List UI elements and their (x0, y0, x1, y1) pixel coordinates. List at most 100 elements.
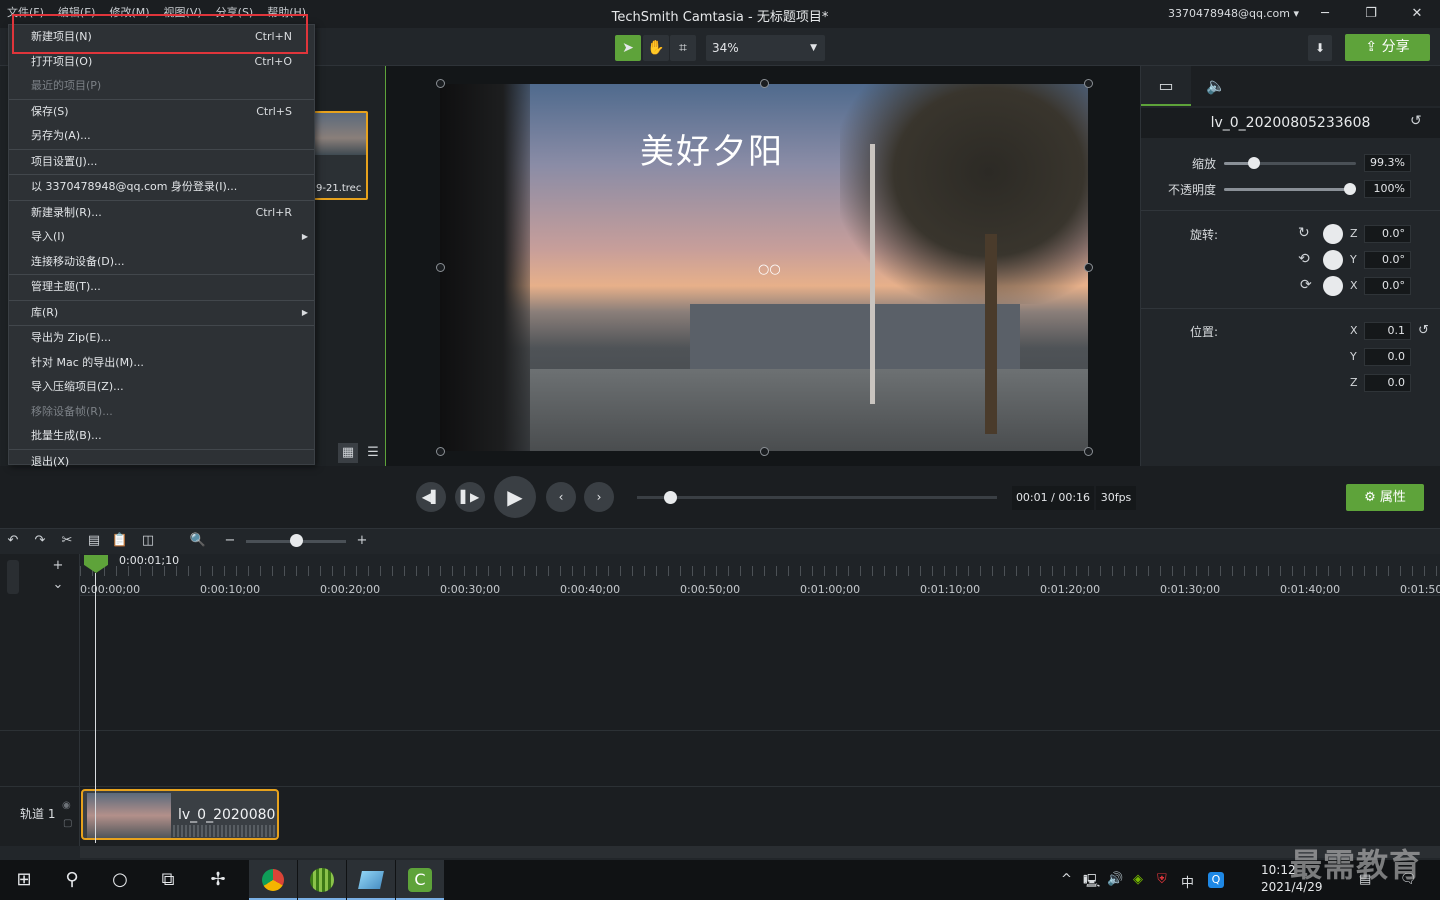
nvidia-icon[interactable]: ◈ (1133, 872, 1143, 887)
step-back-button[interactable]: ◀▌ (416, 482, 446, 512)
resize-handle-r[interactable] (1084, 263, 1093, 272)
resize-handle-b[interactable] (760, 447, 769, 456)
scale-slider[interactable] (1224, 162, 1356, 165)
scale-slider-knob[interactable] (1248, 157, 1260, 169)
play-button[interactable]: ▶ (494, 476, 536, 518)
file-menu-item[interactable]: 管理主题(T)... (9, 275, 314, 300)
ime-indicator[interactable]: 中 (1181, 872, 1194, 891)
position-y-input[interactable]: 0.0 (1364, 348, 1411, 366)
playback-scrubber[interactable] (637, 496, 997, 499)
file-menu-item[interactable]: 导出为 Zip(E)... (9, 326, 314, 351)
rotation-y-input[interactable]: 0.0° (1364, 251, 1411, 269)
app-pinwheel-icon[interactable]: ✢ (194, 860, 242, 900)
tab-audio-properties[interactable]: 🔈 (1191, 66, 1241, 106)
split-button[interactable]: ◫ (138, 531, 158, 551)
zoom-out-button[interactable]: − (220, 531, 240, 551)
rotation-x-dial[interactable] (1323, 276, 1343, 296)
video-caption-text[interactable]: 美好夕阳 (640, 124, 784, 173)
reset-position-icon[interactable]: ↺ (1418, 323, 1429, 338)
position-x-input[interactable]: 0.1 (1364, 322, 1411, 340)
zoom-fit-button[interactable]: 🔍 (188, 531, 208, 551)
resize-handle-tl[interactable] (436, 79, 445, 88)
resize-handle-br[interactable] (1084, 447, 1093, 456)
cut-button[interactable]: ✂ (57, 531, 77, 551)
security-shield-icon[interactable]: ⛨ (1157, 872, 1167, 887)
chrome-icon[interactable] (249, 860, 297, 900)
file-menu-item[interactable]: 库(R) ▶ (9, 301, 314, 326)
file-menu-item[interactable]: 导入压缩项目(Z)... (9, 375, 314, 400)
select-tool-button[interactable]: ➤ (615, 35, 641, 61)
file-menu-item[interactable]: 保存(S) Ctrl+S (9, 100, 314, 125)
opacity-slider[interactable] (1224, 188, 1356, 191)
cortana-icon[interactable]: ○ (96, 860, 144, 900)
file-menu-item[interactable]: 批量生成(B)... (9, 424, 314, 449)
crop-tool-button[interactable]: ⌗ (670, 35, 696, 61)
account-menu[interactable]: 3370478948@qq.com ▾ (1168, 7, 1299, 20)
reset-icon[interactable]: ↺ (1410, 113, 1422, 129)
scene-tree (840, 84, 1088, 304)
undo-button[interactable]: ↶ (3, 531, 23, 551)
task-view-icon[interactable]: ⧉ (144, 860, 192, 900)
grid-view-button[interactable]: ▦ (338, 443, 358, 463)
resize-handle-tr[interactable] (1084, 79, 1093, 88)
watermark-logo: 最需教育 (1290, 846, 1423, 884)
scrubber-knob[interactable] (664, 491, 677, 504)
zoom-in-button[interactable]: + (352, 531, 372, 551)
melon-app-icon[interactable] (298, 860, 346, 900)
track-height-slider[interactable] (7, 560, 19, 594)
timeline-tracks-area[interactable] (80, 596, 1440, 846)
step-forward-button[interactable]: ▌▶ (455, 482, 485, 512)
file-menu-item[interactable]: 退出(X) (9, 450, 314, 475)
eye-icon[interactable]: ◉ (62, 800, 71, 811)
chevron-up-icon[interactable]: ^ (1061, 872, 1072, 887)
tab-visual-properties[interactable]: ▭ (1141, 66, 1191, 106)
notes-app-icon[interactable] (347, 860, 395, 900)
next-marker-button[interactable]: › (584, 482, 614, 512)
file-menu-item[interactable]: 导入(I) ▶ (9, 225, 314, 250)
collapse-tracks-button[interactable]: ⌄ (48, 575, 68, 595)
timeline-zoom-knob[interactable] (290, 534, 303, 547)
opacity-slider-knob[interactable] (1344, 183, 1356, 195)
list-view-button[interactable]: ☰ (363, 443, 383, 463)
camtasia-icon[interactable]: C (396, 860, 444, 900)
search-icon[interactable]: ⚲ (48, 860, 96, 900)
timeline-clip[interactable]: lv_0_2020080 (81, 789, 279, 840)
paste-button[interactable]: 📋 (110, 531, 130, 551)
properties-button[interactable]: ⚙ 属性 (1346, 484, 1424, 511)
minimize-button[interactable]: ─ (1305, 4, 1345, 24)
rotate-center-handle-icon[interactable]: ○○ (758, 262, 781, 277)
pan-tool-button[interactable]: ✋ (643, 35, 669, 61)
copy-button[interactable]: ▤ (84, 531, 104, 551)
canvas-zoom-select[interactable]: 34% ▼ (706, 35, 825, 61)
rotation-y-dial[interactable] (1323, 250, 1343, 270)
maximize-button[interactable]: ❐ (1351, 4, 1391, 24)
file-menu-item[interactable]: 以 3370478948@qq.com 身份登录(I)... (9, 175, 314, 200)
volume-icon[interactable]: 🔊 (1107, 872, 1123, 887)
resize-handle-t[interactable] (760, 79, 769, 88)
previous-marker-button[interactable]: ‹ (546, 482, 576, 512)
download-button[interactable]: ⬇ (1308, 35, 1332, 61)
add-track-button[interactable]: + (48, 556, 68, 576)
scale-input[interactable]: 99.3% (1364, 154, 1411, 172)
media-item[interactable]: 9-21.trec (312, 111, 368, 200)
timeline-horizontal-scrollbar[interactable] (80, 846, 1440, 858)
lock-icon[interactable]: ▢ (63, 818, 72, 829)
position-z-input[interactable]: 0.0 (1364, 374, 1411, 392)
opacity-input[interactable]: 100% (1364, 180, 1411, 198)
redo-button[interactable]: ↷ (30, 531, 50, 551)
rotation-z-dial[interactable] (1323, 224, 1343, 244)
file-menu-item[interactable]: 项目设置(J)... (9, 150, 314, 175)
network-icon[interactable]: 🖳 (1083, 872, 1100, 894)
qq-icon[interactable]: Q (1208, 872, 1224, 888)
resize-handle-l[interactable] (436, 263, 445, 272)
windows-start-icon[interactable]: ⊞ (0, 860, 48, 900)
file-menu-item[interactable]: 连接移动设备(D)... (9, 250, 314, 275)
share-button[interactable]: ⇪ 分享 (1345, 34, 1430, 61)
rotation-z-input[interactable]: 0.0° (1364, 225, 1411, 243)
file-menu-item[interactable]: 新建录制(R)... Ctrl+R (9, 201, 314, 226)
file-menu-item[interactable]: 另存为(A)... (9, 124, 314, 149)
resize-handle-bl[interactable] (436, 447, 445, 456)
file-menu-item[interactable]: 针对 Mac 的导出(M)... (9, 351, 314, 376)
close-button[interactable]: ✕ (1397, 4, 1437, 24)
rotation-x-input[interactable]: 0.0° (1364, 277, 1411, 295)
